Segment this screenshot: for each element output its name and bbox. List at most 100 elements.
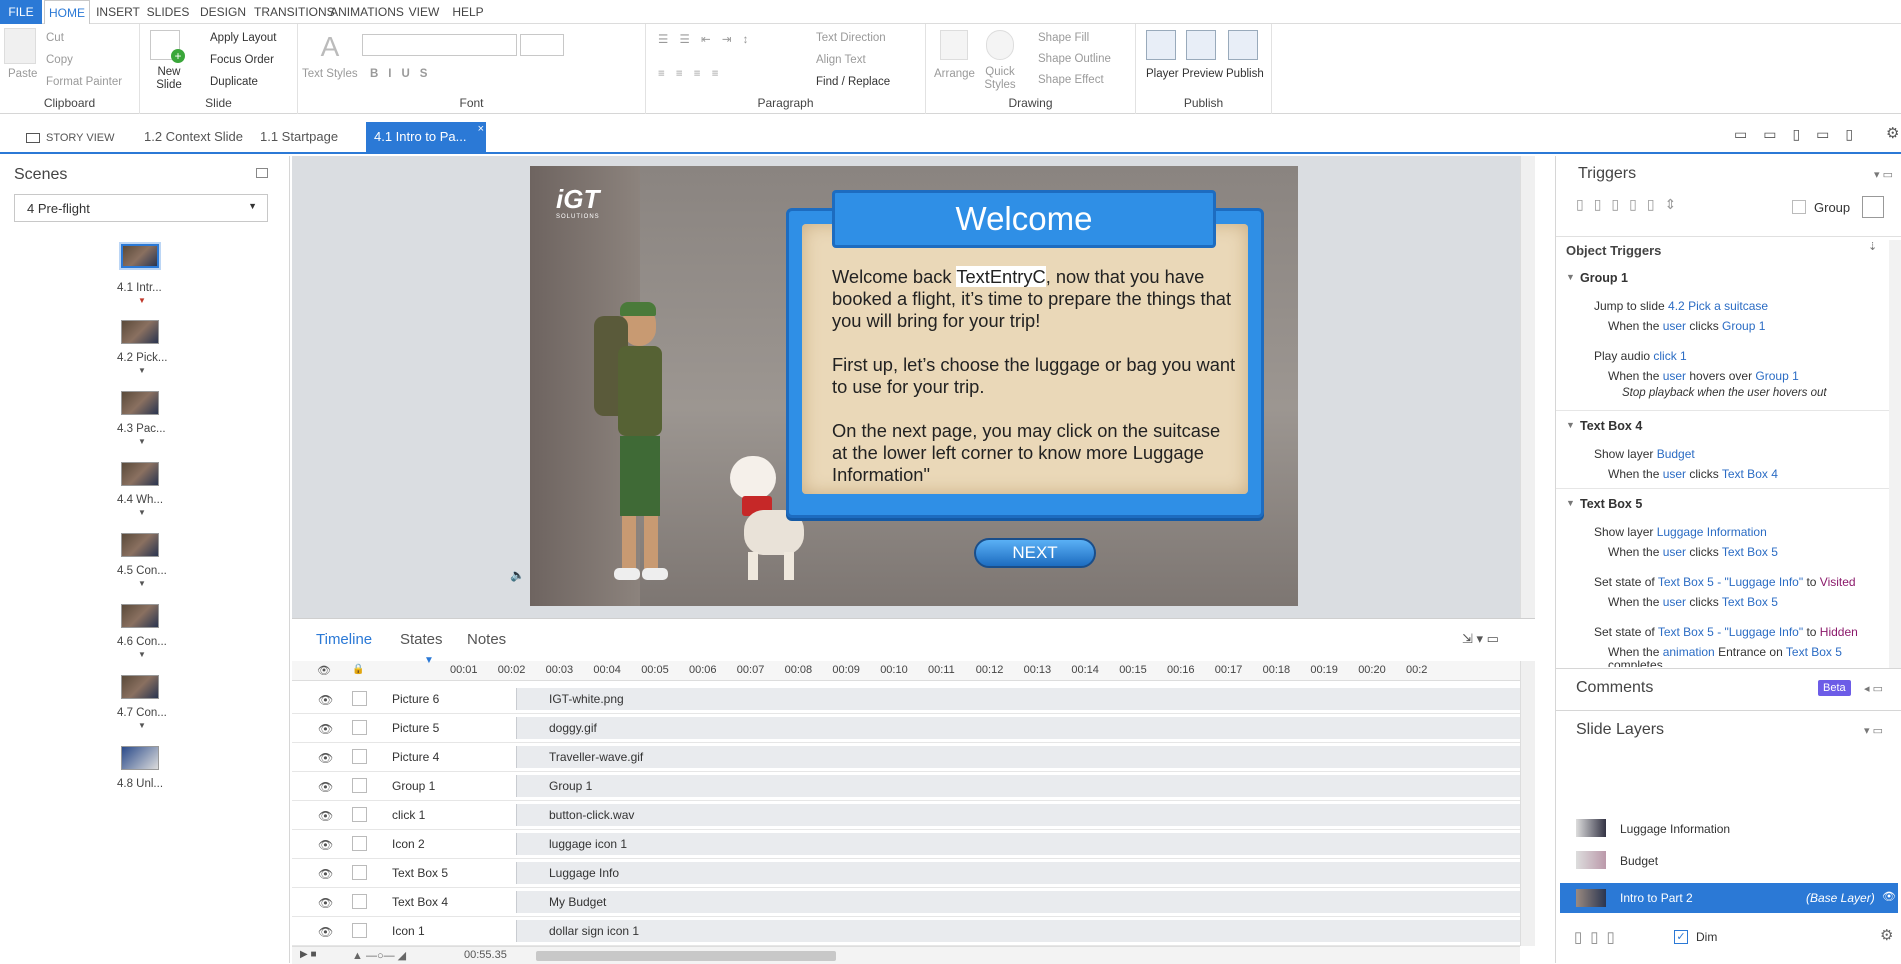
lock-checkbox[interactable] (352, 865, 367, 880)
variables-icon[interactable] (1862, 196, 1884, 218)
menu-tab-design[interactable]: DESIGN (198, 0, 248, 24)
text-direction-button[interactable]: Text Direction (816, 32, 886, 44)
lock-checkbox[interactable] (352, 778, 367, 793)
luggage-paragraph[interactable]: First up, let’s choose the luggage or ba… (832, 354, 1236, 398)
arrange-icon[interactable] (940, 30, 968, 60)
publish-button[interactable]: Publish (1226, 68, 1264, 80)
timeline-bar[interactable]: doggy.gif (516, 717, 1535, 739)
tab-story-view[interactable]: STORY VIEW (18, 122, 122, 154)
timeline-bar[interactable]: My Budget (516, 891, 1535, 913)
timeline-bar[interactable]: luggage icon 1 (516, 833, 1535, 855)
timeline-row[interactable]: 👁 Text Box 4 My Budget (292, 888, 1535, 917)
eye-icon[interactable]: 👁 (318, 867, 333, 881)
quick-styles-button[interactable]: Quick Styles (982, 66, 1018, 92)
trigger-state[interactable]: Visited (1820, 575, 1856, 589)
timeline-bar[interactable]: Luggage Info (516, 862, 1535, 884)
quick-styles-icon[interactable] (986, 30, 1014, 60)
lock-checkbox[interactable] (352, 894, 367, 909)
trigger-target[interactable]: Budget (1657, 447, 1695, 461)
trigger-group-text-box-4[interactable]: Text Box 4 (1580, 419, 1642, 433)
tab-context-slide[interactable]: 1.2 Context Slide (136, 122, 251, 154)
timeline-row[interactable]: 👁 Icon 2 luggage icon 1 (292, 830, 1535, 859)
text-styles-icon[interactable]: A (312, 30, 348, 64)
play-icon[interactable]: ▶ ■ (300, 949, 317, 960)
slide-thumb-4-5[interactable] (121, 533, 159, 557)
next-button[interactable]: NEXT (974, 538, 1096, 568)
trigger-show-layer-budget[interactable]: Show layer Budget (1594, 447, 1695, 461)
find-replace-button[interactable]: Find / Replace (816, 76, 890, 88)
playhead-icon[interactable]: ▼ (424, 655, 436, 666)
apply-layout-button[interactable]: Apply Layout (210, 32, 277, 44)
timeline-row[interactable]: 👁 Icon 1 dollar sign icon 1 (292, 917, 1535, 946)
cut-button[interactable]: Cut (46, 32, 64, 44)
slide-thumb-4-6[interactable] (121, 604, 159, 628)
align-text-button[interactable]: Align Text (816, 54, 866, 66)
panel-menu-icon[interactable]: ◂ ▭ (1864, 682, 1883, 695)
timeline-row[interactable]: 👁 Group 1 Group 1 (292, 772, 1535, 801)
lock-checkbox[interactable] (352, 691, 367, 706)
canvas-vertical-scrollbar[interactable] (1520, 156, 1535, 618)
eye-icon[interactable]: 👁 (318, 896, 333, 910)
trigger-set-state-visited[interactable]: Set state of Text Box 5 - "Luggage Info"… (1594, 575, 1856, 589)
base-layer-row[interactable]: Intro to Part 2 (Base Layer) 👁 (1560, 883, 1898, 913)
menu-tab-animations[interactable]: ANIMATIONS (330, 0, 404, 24)
trigger-object[interactable]: Text Box 5 (1722, 545, 1778, 559)
player-button[interactable]: Player (1146, 68, 1179, 80)
eye-icon[interactable]: 👁 (317, 664, 331, 677)
timeline-bar[interactable]: Traveller-wave.gif (516, 746, 1535, 768)
intro-paragraph[interactable]: Welcome back TextEntryC, now that you ha… (832, 266, 1236, 332)
font-family-select[interactable] (362, 34, 517, 56)
trigger-state[interactable]: Hidden (1820, 625, 1858, 639)
trigger-toolbar-icons[interactable]: ▯▯▯▯▯⇕ (1576, 196, 1686, 213)
layer-luggage-information[interactable]: Luggage Information (1620, 822, 1730, 836)
trigger-object[interactable]: Group 1 (1755, 369, 1798, 383)
eye-icon[interactable]: 👁 (318, 809, 333, 823)
trigger-play-audio[interactable]: Play audio click 1 (1594, 349, 1687, 363)
paste-icon[interactable] (4, 28, 36, 64)
publish-icon[interactable] (1228, 30, 1258, 60)
next-page-paragraph[interactable]: On the next page, you may click on the s… (832, 420, 1236, 486)
lock-icon[interactable]: 🔒 (352, 664, 364, 675)
group-checkbox[interactable] (1792, 200, 1806, 214)
focus-order-button[interactable]: Focus Order (210, 54, 274, 66)
tab-states[interactable]: States (400, 631, 443, 648)
timeline-horizontal-scrollbar[interactable] (536, 951, 836, 961)
slide-thumb-4-8[interactable] (121, 746, 159, 770)
trigger-target[interactable]: Luggage Information (1657, 525, 1767, 539)
gear-icon[interactable]: ⚙ (1886, 124, 1899, 142)
shape-outline-button[interactable]: Shape Outline (1038, 53, 1111, 65)
panel-menu-icon[interactable]: ▾ ▭ (1874, 168, 1893, 181)
timeline-row[interactable]: 👁 Picture 4 Traveller-wave.gif (292, 743, 1535, 772)
slide-thumb-4-4[interactable] (121, 462, 159, 486)
preview-icon[interactable] (1186, 30, 1216, 60)
timeline-row[interactable]: 👁 Picture 6 IGT-white.png (292, 685, 1535, 714)
panel-menu-icon[interactable]: ▾ ▭ (1864, 724, 1883, 737)
shape-effect-button[interactable]: Shape Effect (1038, 74, 1104, 86)
trigger-who[interactable]: animation (1663, 645, 1715, 659)
trigger-object[interactable]: Text Box 5 (1786, 645, 1842, 659)
timeline-bar[interactable]: Group 1 (516, 775, 1535, 797)
trigger-object[interactable]: Group 1 (1722, 319, 1765, 333)
timeline-bar[interactable]: IGT-white.png (516, 688, 1535, 710)
audio-icon[interactable]: 🔈 (510, 568, 525, 582)
timeline-bar[interactable]: dollar sign icon 1 (516, 920, 1535, 942)
menu-tab-view[interactable]: VIEW (404, 0, 444, 24)
eye-icon[interactable]: 👁 (318, 751, 333, 765)
timeline-row[interactable]: 👁 Picture 5 doggy.gif (292, 714, 1535, 743)
chevron-down-icon[interactable]: ▼ (1566, 272, 1575, 282)
slide-title[interactable]: Welcome (832, 200, 1216, 238)
timeline-options-icon[interactable]: ⇲ ▾ ▭ (1462, 631, 1499, 647)
trigger-object[interactable]: Text Box 5 (1722, 595, 1778, 609)
duplicate-button[interactable]: Duplicate (210, 76, 258, 88)
trigger-group-text-box-5[interactable]: Text Box 5 (1580, 497, 1642, 511)
text-styles-button[interactable]: Text Styles (302, 68, 358, 80)
lock-checkbox[interactable] (352, 836, 367, 851)
lock-checkbox[interactable] (352, 923, 367, 938)
layer-toolbar-icons[interactable]: ▯▯▯ (1574, 928, 1623, 946)
close-tab-icon[interactable]: × (478, 114, 484, 144)
tab-startpage[interactable]: 1.1 Startpage (252, 122, 346, 154)
trigger-who[interactable]: user (1663, 319, 1686, 333)
menu-tab-insert[interactable]: INSERT (96, 0, 140, 24)
scene-select[interactable]: 4 Pre-flight ▼ (14, 194, 268, 222)
zoom-slider[interactable]: ▲ —○— ◢ (352, 949, 406, 962)
